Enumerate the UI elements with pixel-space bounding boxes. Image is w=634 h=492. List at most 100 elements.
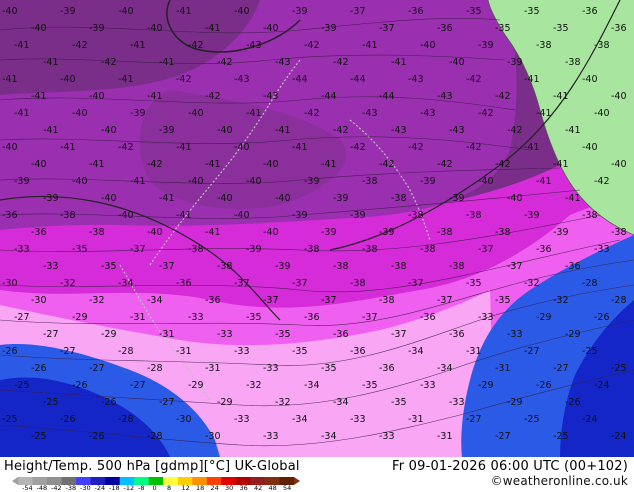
contour-value-label: -42 [304,108,320,119]
contour-value-label: -42 [478,108,494,119]
contour-value-label: -41 [321,159,337,170]
contour-value-label: -41 [536,108,552,119]
contour-value-label: -40 [275,193,291,204]
contour-value-label: -41 [536,176,552,187]
contour-value-label: -40 [582,74,598,85]
contour-value-label: -31 [205,363,221,374]
contour-value-label: -42 [118,142,134,153]
contour-value-label: -33 [379,431,395,442]
contour-value-label: -41 [159,193,175,204]
contour-value-label: -39 [553,227,569,238]
contour-value-label: -29 [217,397,233,408]
colorbar-label: -12 [123,484,135,492]
contour-value-label: -41 [14,40,30,51]
contour-value-label: -38 [408,210,424,221]
contour-value-label: -41 [524,74,540,85]
contour-value-label: -32 [524,278,540,289]
contour-value-label: -40 [263,159,279,170]
contour-value-label: -37 [350,6,366,17]
weather-map: -40 -39 -40 -41 -40 -39 -37 -36 -35 -35 -36-40 -39-… [0,0,634,457]
contour-value-label: -29 [101,329,117,340]
contour-value-label: -32 [275,397,291,408]
contour-value-label: -36 [437,23,453,34]
contour-value-label: -36 [2,210,18,221]
contour-value-label: -42 [466,142,482,153]
contour-value-label: -37 [379,23,395,34]
contour-value-label: -35 [524,6,540,17]
contour-value-label: -33 [420,380,436,391]
contour-value-label: -27 [159,397,175,408]
contour-value-label: -31 [176,346,192,357]
contour-value-label: -44 [292,74,308,85]
contour-value-label: -33 [234,346,250,357]
contour-value-label: -42 [176,74,192,85]
contour-value-label: -42 [507,125,523,136]
contour-value-label: -39 [275,261,291,272]
contour-value-label: -43 [420,108,436,119]
contour-value-label: -27 [466,414,482,425]
contour-value-label: -33 [234,414,250,425]
colorbar-label: 12 [181,484,190,492]
contour-value-label: -28 [118,414,134,425]
contour-value-label: -26 [2,346,18,357]
contour-value-label: -40 [147,23,163,34]
contour-value-label: -37 [408,278,424,289]
contour-value-label: -36 [31,227,47,238]
contour-value-label: -34 [408,346,424,357]
contour-value-label: -34 [321,431,337,442]
contour-value-label: -43 [246,40,262,51]
contour-value-label: -44 [350,74,366,85]
contour-value-label: -40 [118,6,134,17]
contour-value-label: -39 [292,6,308,17]
contour-value-label: -28 [611,295,627,306]
contour-value-label: -33 [263,431,279,442]
contour-value-label: -41 [118,74,134,85]
contour-value-label: -36 [333,329,349,340]
contour-value-label: -32 [246,380,262,391]
contour-value-label: -41 [524,142,540,153]
contour-value-label: -26 [565,397,581,408]
contour-value-label: -39 [420,176,436,187]
contour-value-label: -43 [275,57,291,68]
contour-value-label: -37 [391,329,407,340]
contour-value-label: -41 [130,40,146,51]
contour-value-label: -26 [72,380,88,391]
contour-value-label: -25 [553,431,569,442]
contour-value-label: -34 [118,278,134,289]
contour-value-label: -30 [205,431,221,442]
contour-value-label: -36 [176,278,192,289]
contour-value-label: -40 [101,193,117,204]
contour-value-label: -40 [188,176,204,187]
contour-value-label: -35 [101,261,117,272]
contour-value-label: -31 [495,363,511,374]
contour-value-label: -33 [217,329,233,340]
contour-value-label: -42 [217,57,233,68]
contour-value-label: -38 [89,227,105,238]
contour-value-label: -41 [205,23,221,34]
contour-value-label: -40 [72,108,88,119]
contour-value-label: -43 [449,125,465,136]
contour-value-label: -43 [391,125,407,136]
contour-value-label: -40 [234,6,250,17]
contour-value-label: -40 [60,74,76,85]
contour-value-label: -24 [594,380,610,391]
contour-value-label: -42 [495,91,511,102]
contour-value-label: -27 [14,312,30,323]
colorbar-label: -18 [109,484,120,492]
contour-value-label: -40 [217,125,233,136]
contour-value-label: -33 [350,414,366,425]
contour-value-label: -38 [60,210,76,221]
contour-value-label: -37 [321,295,337,306]
contour-value-label: -35 [246,312,262,323]
contour-value-label: -43 [437,91,453,102]
contour-value-label: -41 [565,125,581,136]
contour-value-label: -42 [188,40,204,51]
contour-value-label: -37 [159,261,175,272]
contour-value-label: -33 [43,261,59,272]
contour-value-label: -35 [391,397,407,408]
credit-link[interactable]: ©weatheronline.co.uk [491,474,628,488]
contour-value-label: -25 [524,414,540,425]
contour-value-label: -34 [147,295,163,306]
contour-value-label: -42 [350,142,366,153]
contour-value-label: -37 [507,261,523,272]
